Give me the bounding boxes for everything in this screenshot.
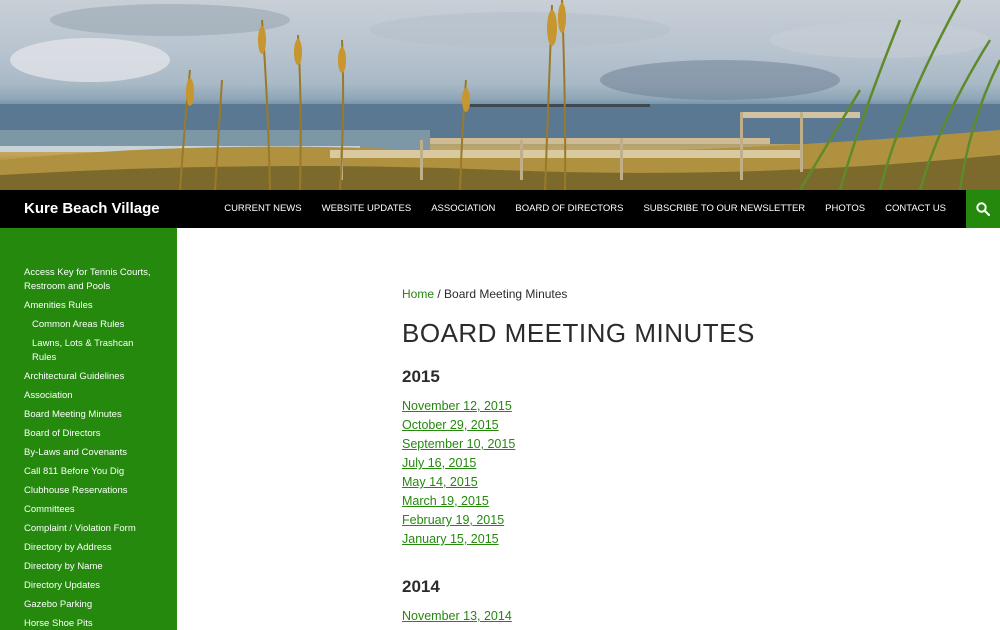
sidebar-item-gazebo-parking[interactable]: Gazebo Parking xyxy=(0,598,177,612)
sidebar-item-board-of-directors[interactable]: Board of Directors xyxy=(0,427,177,441)
nav-item-association[interactable]: ASSOCIATION xyxy=(421,190,505,228)
sidebar-item-bylaws-covenants[interactable]: By-Laws and Covenants xyxy=(0,446,177,460)
sidebar-item-access-key[interactable]: Access Key for Tennis Courts, Restroom a… xyxy=(0,266,177,294)
minutes-list-2014: November 13, 2014 xyxy=(402,607,512,626)
sidebar-item-horse-shoe-pits[interactable]: Horse Shoe Pits xyxy=(0,617,177,630)
year-heading-2015: 2015 xyxy=(402,367,440,386)
minutes-link[interactable]: July 16, 2015 xyxy=(402,454,515,473)
sidebar-item-lawns-lots-trashcan-rules[interactable]: Lawns, Lots & Trashcan Rules xyxy=(0,337,177,365)
minutes-link[interactable]: May 14, 2015 xyxy=(402,473,515,492)
minutes-link[interactable]: October 29, 2015 xyxy=(402,416,515,435)
breadcrumb: Home / Board Meeting Minutes xyxy=(402,287,567,301)
header-banner-image xyxy=(0,0,1000,190)
nav-item-website-updates[interactable]: WEBSITE UPDATES xyxy=(312,190,422,228)
sidebar-page-menu: Access Key for Tennis Courts, Restroom a… xyxy=(0,228,177,630)
year-heading-2014: 2014 xyxy=(402,577,440,596)
top-navigation-bar: Kure Beach Village CURRENT NEWS WEBSITE … xyxy=(0,190,1000,228)
sidebar-item-amenities-rules[interactable]: Amenities Rules xyxy=(0,299,177,313)
search-toggle-button[interactable] xyxy=(966,190,1000,228)
sidebar-item-committees[interactable]: Committees xyxy=(0,503,177,517)
breadcrumb-current: Board Meeting Minutes xyxy=(444,287,568,301)
nav-item-photos[interactable]: PHOTOS xyxy=(815,190,875,228)
minutes-link[interactable]: November 12, 2015 xyxy=(402,397,515,416)
breadcrumb-separator: / xyxy=(434,287,445,301)
nav-item-contact-us[interactable]: CONTACT US xyxy=(875,190,956,228)
sidebar-item-clubhouse-reservations[interactable]: Clubhouse Reservations xyxy=(0,484,177,498)
sidebar-list: Access Key for Tennis Courts, Restroom a… xyxy=(0,266,177,630)
nav-item-board-of-directors[interactable]: BOARD OF DIRECTORS xyxy=(505,190,633,228)
sidebar-item-common-areas-rules[interactable]: Common Areas Rules xyxy=(0,318,177,332)
breadcrumb-home-link[interactable]: Home xyxy=(402,287,434,301)
site-title-link[interactable]: Kure Beach Village xyxy=(24,190,160,228)
sidebar-item-architectural-guidelines[interactable]: Architectural Guidelines xyxy=(0,370,177,384)
search-icon xyxy=(976,202,990,216)
sidebar-item-directory-by-address[interactable]: Directory by Address xyxy=(0,541,177,555)
primary-menu: CURRENT NEWS WEBSITE UPDATES ASSOCIATION… xyxy=(214,190,956,228)
nav-item-current-news[interactable]: CURRENT NEWS xyxy=(214,190,311,228)
sidebar-item-directory-by-name[interactable]: Directory by Name xyxy=(0,560,177,574)
main-content: Home / Board Meeting Minutes BOARD MEETI… xyxy=(402,228,962,630)
beach-dunes-image xyxy=(0,0,1000,190)
minutes-link[interactable]: February 19, 2015 xyxy=(402,511,515,530)
nav-item-subscribe-newsletter[interactable]: SUBSCRIBE TO OUR NEWSLETTER xyxy=(633,190,815,228)
minutes-link[interactable]: November 13, 2014 xyxy=(402,607,512,626)
sidebar-item-complaint-violation-form[interactable]: Complaint / Violation Form xyxy=(0,522,177,536)
minutes-list-2015: November 12, 2015 October 29, 2015 Septe… xyxy=(402,397,515,549)
sidebar-item-call-811[interactable]: Call 811 Before You Dig xyxy=(0,465,177,479)
sidebar-item-association[interactable]: Association xyxy=(0,389,177,403)
minutes-link[interactable]: January 15, 2015 xyxy=(402,530,515,549)
sidebar-item-board-meeting-minutes[interactable]: Board Meeting Minutes xyxy=(0,408,177,422)
minutes-link[interactable]: March 19, 2015 xyxy=(402,492,515,511)
sidebar-item-directory-updates[interactable]: Directory Updates xyxy=(0,579,177,593)
minutes-link[interactable]: September 10, 2015 xyxy=(402,435,515,454)
page-title: BOARD MEETING MINUTES xyxy=(402,318,755,348)
